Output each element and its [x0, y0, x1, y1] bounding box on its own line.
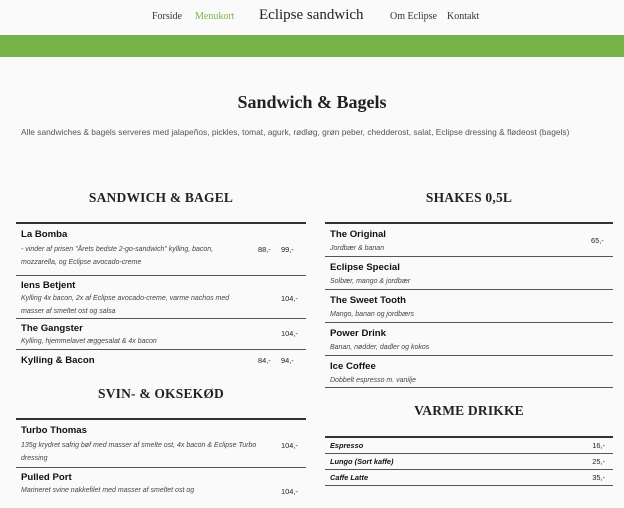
item-price-large: 94,-	[281, 356, 294, 365]
item-description: Banan, nødder, dadler og kokos	[330, 344, 430, 351]
item-name: La Bomba	[21, 229, 68, 240]
item-description: Dobbelt espresso m. vanilje	[330, 377, 416, 384]
item-name: Caffe Latte	[330, 473, 369, 482]
menu-item: Pulled Port Marineret svine nakkefilet m…	[16, 468, 306, 508]
section-title-sandwich: SANDWICH & BAGEL	[88, 190, 234, 205]
page-title: Sandwich & Bagels	[237, 92, 387, 112]
menu-item: Caffe Latte 35,-	[325, 470, 613, 486]
accent-banner	[0, 35, 624, 57]
item-price: 104,-	[281, 294, 298, 303]
item-name: The Sweet Tooth	[330, 295, 407, 306]
item-description: Jordbær & banan	[330, 245, 385, 252]
varme-drikke-menu: Espresso 16,- Lungo (Sort kaffe) 25,- Ca…	[325, 436, 613, 486]
nav-link-menukort[interactable]: Menukort	[195, 11, 234, 22]
item-name: Power Drink	[330, 328, 386, 339]
svin-menu: Turbo Thomas 135g krydret safrig bøf med…	[16, 418, 306, 508]
menu-item: Kylling & Bacon 84,- 94,-	[16, 350, 306, 371]
menu-item: The Original Jordbær & banan	[325, 224, 613, 257]
item-price: 104,-	[281, 441, 298, 450]
item-name: Turbo Thomas	[21, 425, 87, 436]
shakes-menu: 65,- The Original Jordbær & banan Eclips…	[325, 222, 613, 388]
item-price: 25,-	[592, 457, 605, 466]
item-name: Ice Coffee	[330, 361, 376, 372]
item-description: Marineret svine nakkefilet med masser af…	[21, 487, 195, 494]
item-name: Kylling & Bacon	[21, 355, 95, 366]
nav-link-forside[interactable]: Forside	[152, 11, 182, 22]
item-description: Kylling 4x bacon, 2x af Eclipse avocado-…	[21, 295, 230, 315]
nav-link-om-eclipse[interactable]: Om Eclipse	[390, 11, 437, 22]
item-name: Lungo (Sort kaffe)	[330, 457, 394, 466]
section-title-varme-drikke: VARME DRIKKE	[414, 403, 524, 418]
item-description: Solbær, mango & jordbær	[330, 278, 411, 285]
menu-item: Power Drink Banan, nødder, dadler og kok…	[325, 323, 613, 356]
item-name: Iens Betjent	[21, 280, 76, 291]
item-description: Kylling, hjemmelavet æggesalat & 4x baco…	[21, 338, 157, 345]
section-title-svin-oksekod: SVIN- & OKSEKØD	[97, 386, 225, 401]
item-description: 135g krydret safrig bøf med masser af sm…	[21, 442, 257, 462]
item-name: Espresso	[330, 441, 364, 450]
item-price: 16,-	[592, 441, 605, 450]
item-name: The Gangster	[21, 323, 83, 334]
item-price: 104,-	[281, 329, 298, 338]
item-description: - vinder af prisen "Årets bedste 2-go-sa…	[21, 246, 214, 266]
top-nav: Forside Menukort Eclipse sandwich Om Ecl…	[0, 0, 624, 34]
nav-link-kontakt[interactable]: Kontakt	[447, 11, 479, 22]
menu-item: Lungo (Sort kaffe) 25,-	[325, 454, 613, 470]
item-price-small: 84,-	[258, 356, 271, 365]
menu-item: Eclipse Special Solbær, mango & jordbær	[325, 257, 613, 290]
menu-item: The Gangster Kylling, hjemmelavet æggesa…	[16, 319, 306, 350]
section-title-shakes: SHAKES 0,5L	[425, 190, 513, 205]
item-name: The Original	[330, 229, 386, 240]
intro-text: Alle sandwiches & bagels serveres med ja…	[21, 127, 570, 137]
menu-item: Turbo Thomas 135g krydret safrig bøf med…	[16, 420, 306, 468]
item-price: 35,-	[592, 473, 605, 482]
site-logo[interactable]: Eclipse sandwich	[259, 7, 364, 24]
menu-item: La Bomba - vinder af prisen "Årets bedst…	[16, 224, 306, 276]
menu-item: Espresso 16,-	[325, 438, 613, 454]
item-name: Eclipse Special	[330, 262, 400, 273]
menu-item: Ice Coffee Dobbelt espresso m. vanilje	[325, 356, 613, 388]
sandwich-menu: La Bomba - vinder af prisen "Årets bedst…	[16, 222, 306, 371]
item-name: Pulled Port	[21, 472, 72, 483]
menu-item: Iens Betjent Kylling 4x bacon, 2x af Ecl…	[16, 276, 306, 319]
shakes-price: 65,-	[591, 236, 604, 245]
item-description: Mango, banan og jordbærs	[330, 311, 415, 318]
item-price-large: 99,-	[281, 245, 294, 254]
item-price: 104,-	[281, 487, 298, 496]
item-price-small: 88,-	[258, 245, 271, 254]
menu-item: The Sweet Tooth Mango, banan og jordbærs	[325, 290, 613, 323]
